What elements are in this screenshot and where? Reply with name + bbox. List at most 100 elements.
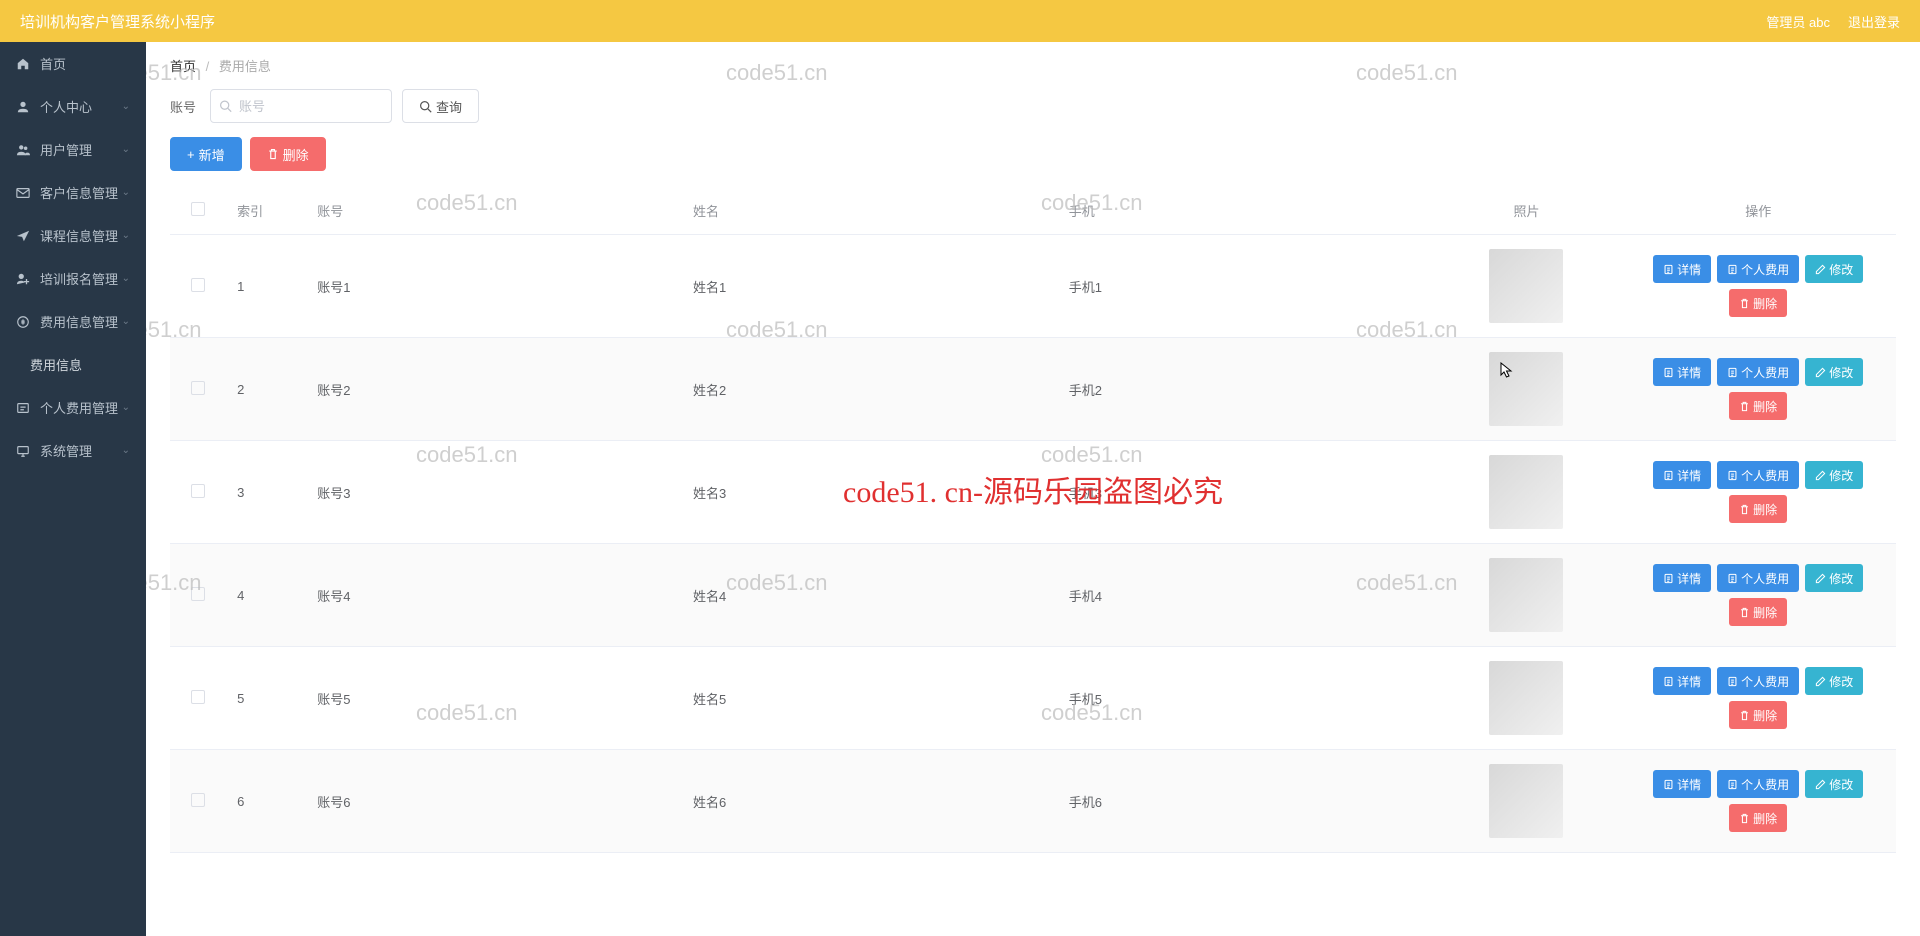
photo-thumbnail[interactable]	[1489, 249, 1563, 323]
select-all-checkbox[interactable]	[191, 202, 205, 216]
edit-button[interactable]: 修改	[1805, 770, 1863, 798]
account-search-input[interactable]	[210, 89, 392, 123]
row-delete-button[interactable]: 删除	[1729, 701, 1787, 729]
sidebar-item-2[interactable]: 用户管理⌄	[0, 128, 146, 171]
cell-account: 账号3	[305, 441, 681, 544]
edit-button[interactable]: 修改	[1805, 667, 1863, 695]
sidebar-subitem[interactable]: 费用信息	[0, 343, 146, 386]
sidebar-item-label: 个人费用管理	[40, 398, 118, 417]
table-row: 3 账号3 姓名3 手机3 详情 个人费用 修改 删除	[170, 441, 1896, 544]
row-checkbox[interactable]	[191, 484, 205, 498]
cell-index: 4	[225, 544, 305, 647]
personal-fee-button[interactable]: 个人费用	[1717, 770, 1799, 798]
cell-name: 姓名4	[681, 544, 1057, 647]
sidebar-item-0[interactable]: 首页	[0, 42, 146, 85]
logout-link[interactable]: 退出登录	[1848, 12, 1900, 31]
cell-phone: 手机4	[1057, 544, 1433, 647]
sidebar-item-3[interactable]: 客户信息管理⌄	[0, 171, 146, 214]
breadcrumb-home[interactable]: 首页	[170, 59, 196, 74]
document-icon	[1663, 264, 1674, 275]
detail-button[interactable]: 详情	[1653, 770, 1711, 798]
trash-icon	[1739, 813, 1750, 824]
cell-account: 账号1	[305, 235, 681, 338]
app-header: 培训机构客户管理系统小程序 管理员 abc 退出登录	[0, 0, 1920, 42]
trash-icon	[1739, 401, 1750, 412]
detail-button[interactable]: 详情	[1653, 358, 1711, 386]
trash-icon	[267, 148, 279, 160]
sidebar-item-label: 客户信息管理	[40, 183, 118, 202]
detail-button[interactable]: 详情	[1653, 667, 1711, 695]
edit-button[interactable]: 修改	[1805, 255, 1863, 283]
sidebar-item-label: 个人中心	[40, 97, 92, 116]
cell-name: 姓名2	[681, 338, 1057, 441]
home-icon	[16, 57, 30, 71]
photo-thumbnail[interactable]	[1489, 352, 1563, 426]
delete-button[interactable]: 删除	[250, 137, 326, 171]
detail-button[interactable]: 详情	[1653, 564, 1711, 592]
detail-button[interactable]: 详情	[1653, 255, 1711, 283]
personal-fee-button[interactable]: 个人费用	[1717, 564, 1799, 592]
cell-name: 姓名6	[681, 750, 1057, 853]
breadcrumb-current: 费用信息	[219, 59, 271, 74]
col-account: 账号	[305, 187, 681, 235]
personal-fee-button[interactable]: 个人费用	[1717, 255, 1799, 283]
table-row: 5 账号5 姓名5 手机5 详情 个人费用 修改 删除	[170, 647, 1896, 750]
row-checkbox[interactable]	[191, 793, 205, 807]
document-icon	[1663, 367, 1674, 378]
row-delete-button[interactable]: 删除	[1729, 495, 1787, 523]
main-content: 首页 / 费用信息 账号 查询 +	[146, 42, 1920, 936]
sidebar-item-1[interactable]: 个人中心⌄	[0, 85, 146, 128]
sidebar-item-8[interactable]: 系统管理⌄	[0, 429, 146, 472]
edit-button[interactable]: 修改	[1805, 358, 1863, 386]
detail-button[interactable]: 详情	[1653, 461, 1711, 489]
edit-button[interactable]: 修改	[1805, 461, 1863, 489]
sidebar-item-label: 费用信息管理	[40, 312, 118, 331]
edit-button[interactable]: 修改	[1805, 564, 1863, 592]
table-row: 4 账号4 姓名4 手机4 详情 个人费用 修改 删除	[170, 544, 1896, 647]
chevron-down-icon: ⌄	[122, 144, 130, 155]
photo-thumbnail[interactable]	[1489, 558, 1563, 632]
sidebar-item-label: 培训报名管理	[40, 269, 118, 288]
cell-phone: 手机6	[1057, 750, 1433, 853]
personal-fee-button[interactable]: 个人费用	[1717, 667, 1799, 695]
row-delete-button[interactable]: 删除	[1729, 289, 1787, 317]
personal-fee-button[interactable]: 个人费用	[1717, 461, 1799, 489]
row-delete-button[interactable]: 删除	[1729, 392, 1787, 420]
trash-icon	[1739, 607, 1750, 618]
trash-icon	[1739, 504, 1750, 515]
photo-thumbnail[interactable]	[1489, 661, 1563, 735]
sidebar: 首页个人中心⌄用户管理⌄客户信息管理⌄课程信息管理⌄培训报名管理⌄费用信息管理⌄…	[0, 42, 146, 936]
cell-account: 账号6	[305, 750, 681, 853]
photo-thumbnail[interactable]	[1489, 455, 1563, 529]
filter-label: 账号	[170, 97, 196, 116]
document-icon	[1727, 264, 1738, 275]
row-delete-button[interactable]: 删除	[1729, 804, 1787, 832]
cell-name: 姓名5	[681, 647, 1057, 750]
photo-thumbnail[interactable]	[1489, 764, 1563, 838]
sidebar-item-4[interactable]: 课程信息管理⌄	[0, 214, 146, 257]
edit-icon	[1815, 367, 1826, 378]
trash-icon	[1739, 298, 1750, 309]
add-button[interactable]: + 新增	[170, 137, 242, 171]
admin-label[interactable]: 管理员 abc	[1766, 12, 1830, 31]
sidebar-item-5[interactable]: 培训报名管理⌄	[0, 257, 146, 300]
sidebar-item-6[interactable]: 费用信息管理⌄	[0, 300, 146, 343]
action-row: + 新增 删除	[170, 137, 1896, 171]
send-icon	[16, 229, 30, 243]
cell-index: 3	[225, 441, 305, 544]
cell-index: 5	[225, 647, 305, 750]
query-button[interactable]: 查询	[402, 89, 479, 123]
sidebar-item-7[interactable]: 个人费用管理⌄	[0, 386, 146, 429]
user-icon	[16, 100, 30, 114]
cell-index: 1	[225, 235, 305, 338]
system-icon	[16, 444, 30, 458]
row-checkbox[interactable]	[191, 381, 205, 395]
row-delete-button[interactable]: 删除	[1729, 598, 1787, 626]
row-checkbox[interactable]	[191, 587, 205, 601]
plus-icon: +	[187, 147, 195, 162]
row-checkbox[interactable]	[191, 278, 205, 292]
personal-fee-button[interactable]: 个人费用	[1717, 358, 1799, 386]
cell-phone: 手机5	[1057, 647, 1433, 750]
col-photo: 照片	[1433, 187, 1621, 235]
row-checkbox[interactable]	[191, 690, 205, 704]
